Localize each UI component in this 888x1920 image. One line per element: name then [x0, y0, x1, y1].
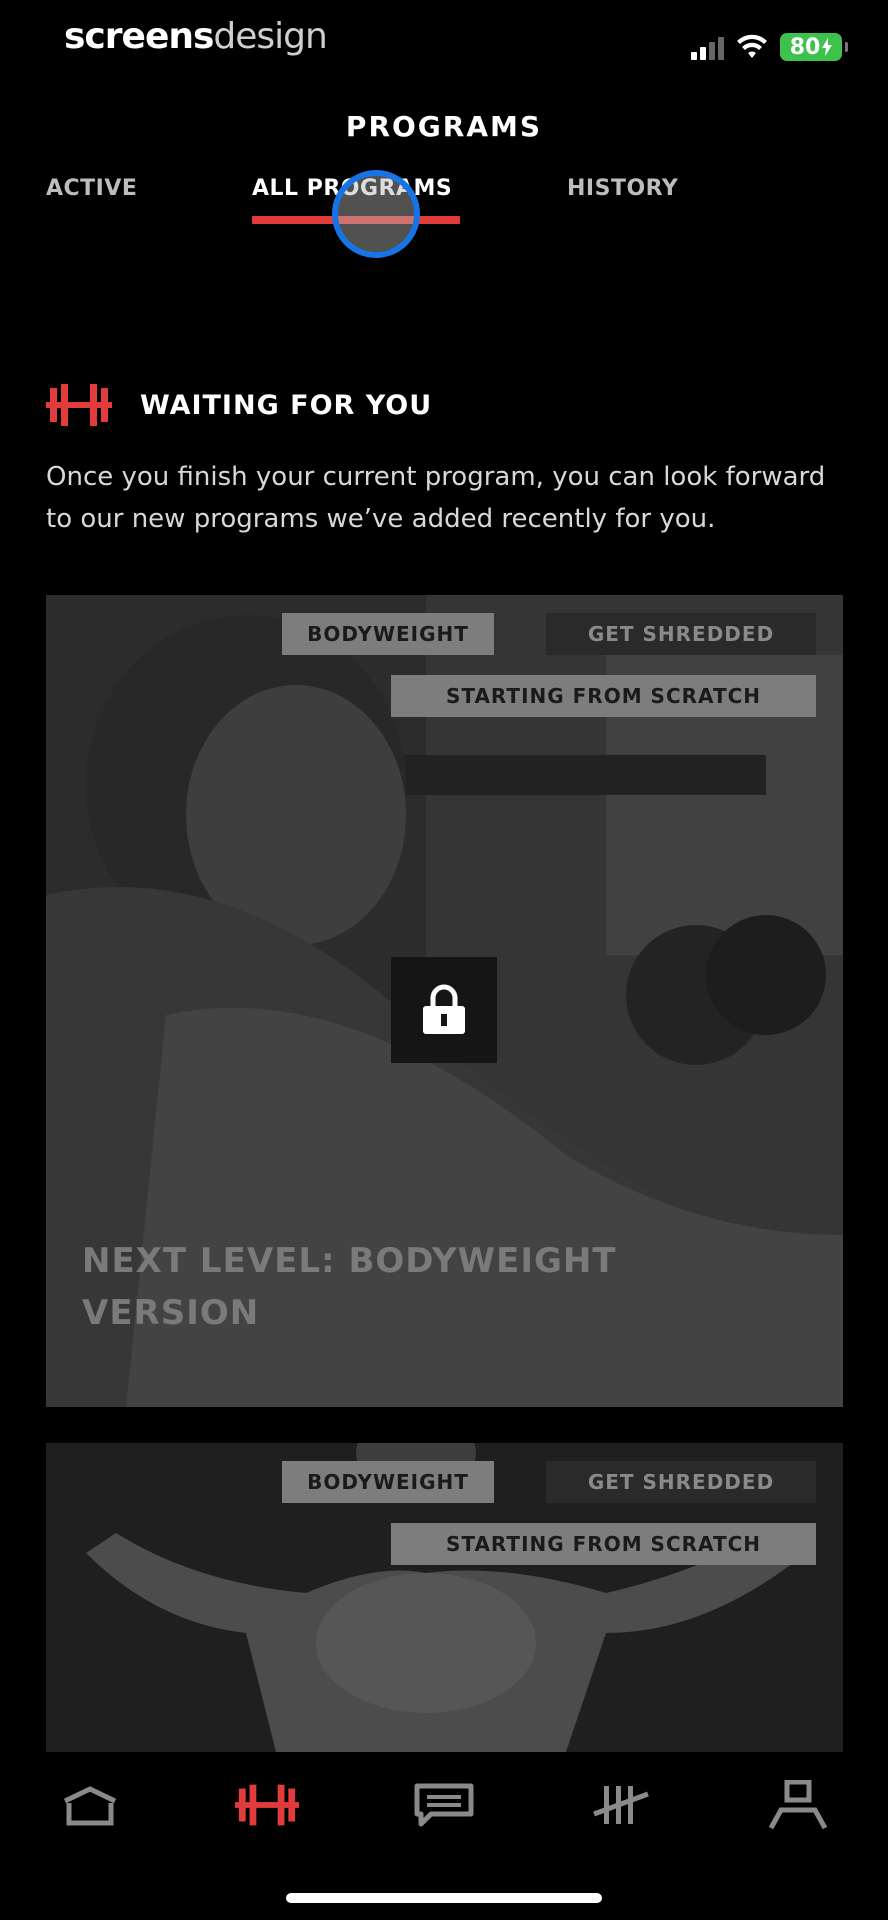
home-icon [63, 1785, 117, 1825]
nav-home[interactable] [58, 1780, 122, 1830]
section-description: Once you finish your current program, yo… [46, 462, 826, 534]
tag-get-shredded: GET SHREDDED [546, 613, 816, 655]
wifi-icon [737, 34, 767, 58]
brand-part-1: screens [64, 16, 214, 57]
status-icons: 80 [691, 30, 848, 64]
lock-badge [391, 957, 497, 1063]
section-header: WAITING FOR YOU [46, 384, 432, 426]
page-title: PROGRAMS [345, 110, 543, 143]
nav-progress[interactable] [589, 1780, 653, 1830]
dumbbell-icon [235, 1784, 299, 1825]
tag-starting-from-scratch: STARTING FROM SCRATCH [391, 1523, 816, 1565]
nav-chat[interactable] [412, 1780, 476, 1830]
program-title: NEXT LEVEL: BODYWEIGHT VERSION [82, 1241, 617, 1333]
tab-history[interactable]: HISTORY [567, 176, 678, 201]
touch-indicator [332, 170, 420, 258]
nav-profile[interactable] [766, 1779, 830, 1830]
battery-icon: 80 [780, 33, 848, 61]
brand-watermark: screensdesign [64, 16, 328, 57]
dumbbell-icon [46, 384, 112, 426]
tab-bar: ACTIVE ALL PROGRAMS HISTORY [0, 176, 888, 236]
lock-icon [423, 984, 465, 1034]
profile-icon [768, 1779, 828, 1829]
nav-programs[interactable] [235, 1780, 299, 1830]
signal-icon [691, 34, 724, 60]
tag-bodyweight: BODYWEIGHT [282, 1461, 494, 1503]
tag-starting-from-scratch: STARTING FROM SCRATCH [391, 675, 816, 717]
tag-bodyweight: BODYWEIGHT [282, 613, 494, 655]
tag-get-shredded: GET SHREDDED [546, 1461, 816, 1503]
chat-icon [414, 1783, 474, 1826]
battery-level: 80 [789, 34, 821, 60]
charging-bolt-icon [822, 38, 833, 56]
tally-icon [593, 1785, 649, 1824]
bottom-nav [0, 1752, 888, 1857]
brand-part-2: design [213, 16, 327, 57]
tab-active[interactable]: ACTIVE [46, 176, 137, 201]
status-bar: screensdesign 80 [0, 0, 888, 90]
program-card[interactable]: BODYWEIGHT GET SHREDDED STARTING FROM SC… [46, 1443, 843, 1752]
home-indicator [286, 1893, 602, 1903]
program-card[interactable]: BODYWEIGHT GET SHREDDED STARTING FROM SC… [46, 595, 843, 1407]
section-title: WAITING FOR YOU [140, 389, 433, 421]
